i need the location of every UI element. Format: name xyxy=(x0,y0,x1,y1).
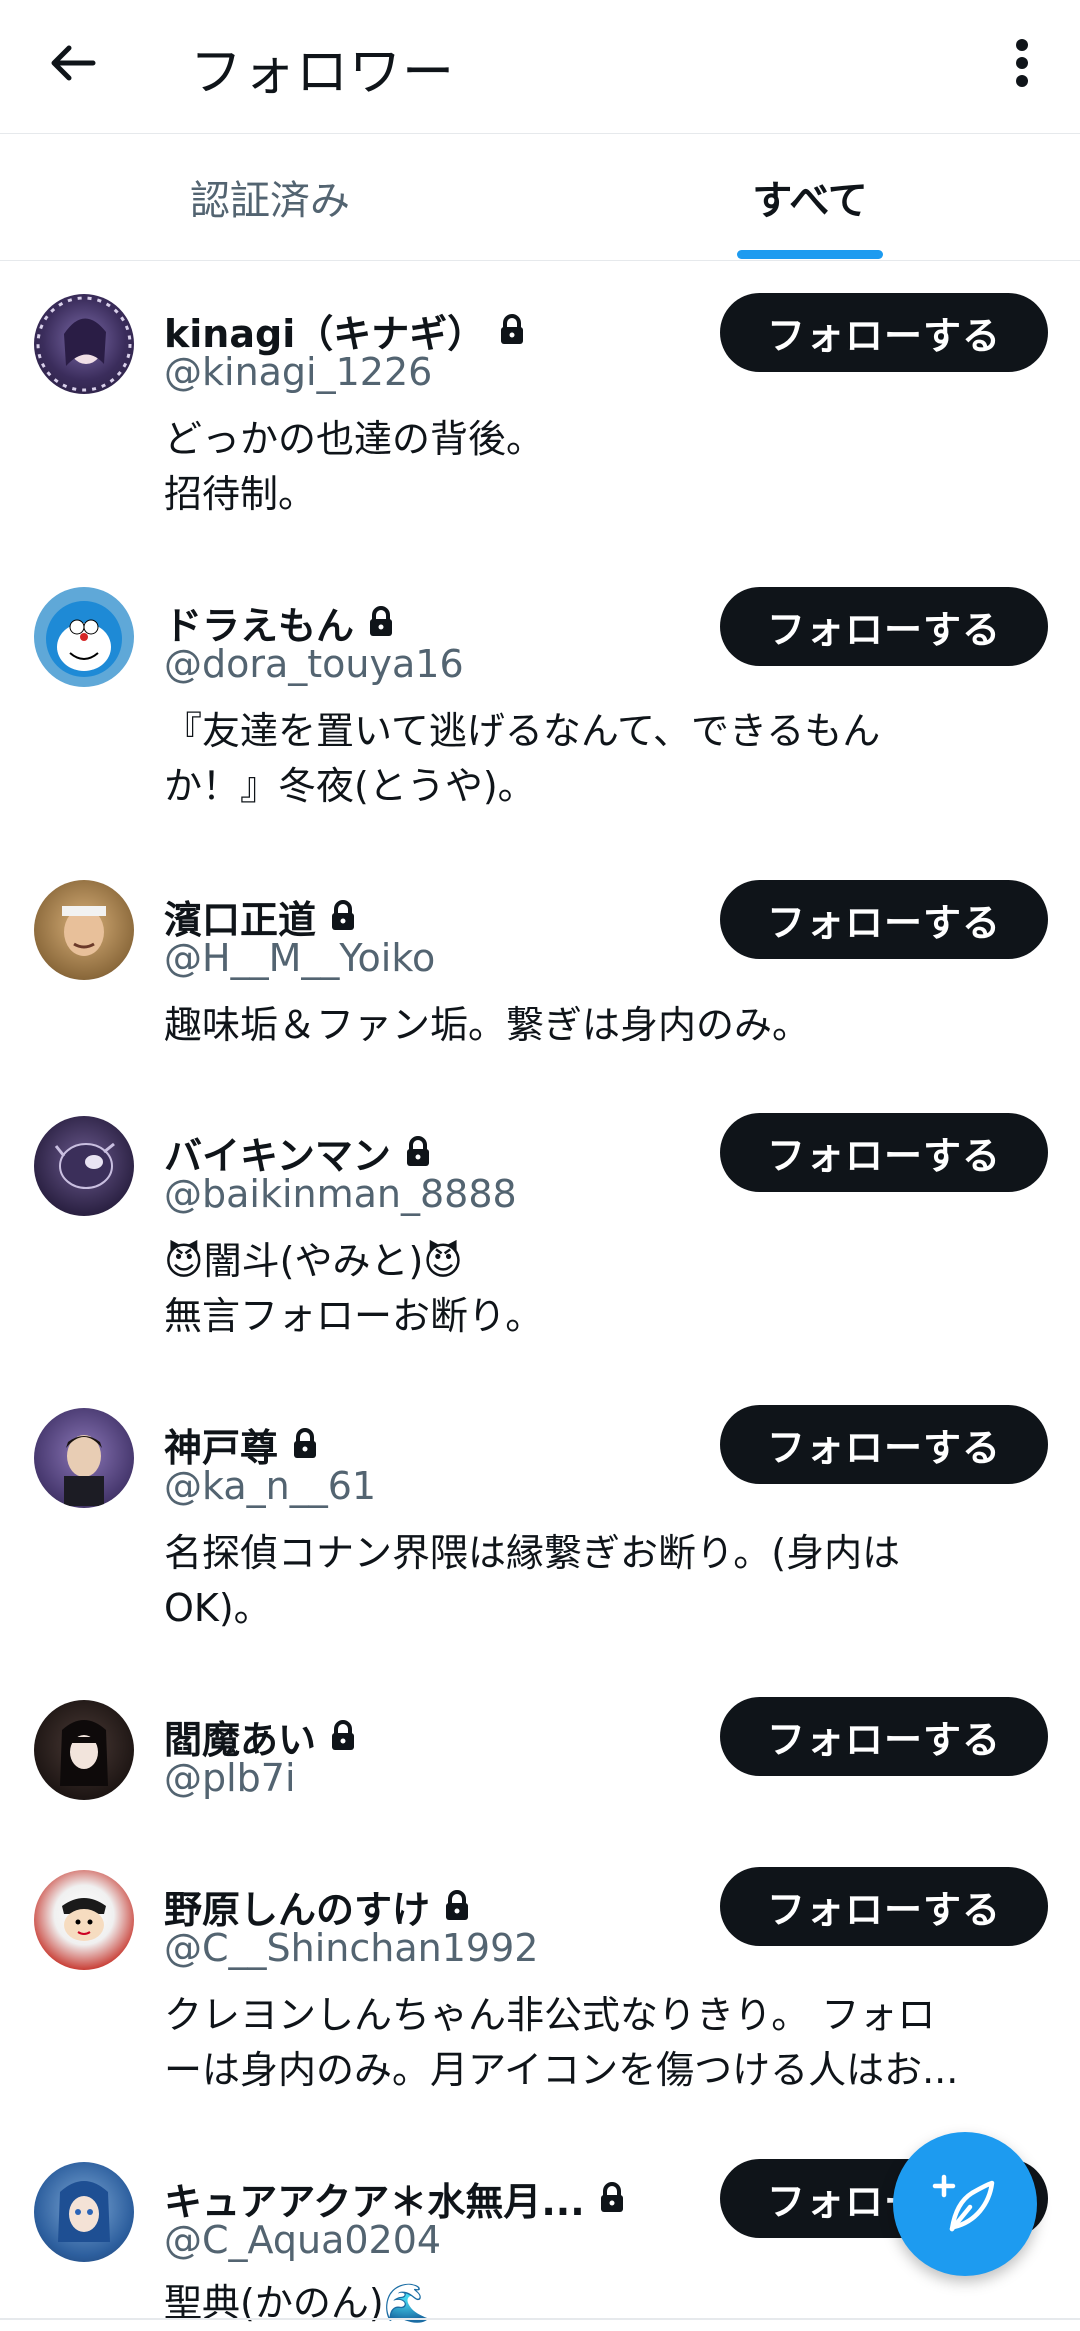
avatar[interactable] xyxy=(34,1116,134,1216)
tab-bar: 認証済み すべて xyxy=(0,134,1080,261)
follow-button[interactable]: フォローする xyxy=(720,587,1048,666)
user-handle: @ka_n__61 xyxy=(164,1464,377,1508)
user-handle: @baikinman_8888 xyxy=(164,1172,517,1216)
back-button[interactable] xyxy=(38,28,108,98)
user-bio: 『友達を置いて逃げるなんて、できるもん か！』冬夜(とうや)。 xyxy=(164,709,881,808)
user-bio: クレヨンしんちゃん非公式なりきり。 フォロ ーは身内のみ。月アイコンを傷つける人… xyxy=(164,1993,959,2092)
tab-verified[interactable]: 認証済み xyxy=(0,134,540,260)
lock-icon xyxy=(292,1428,318,1460)
avatar[interactable] xyxy=(34,1408,134,1508)
arrow-left-icon xyxy=(51,45,96,81)
top-app-bar: フォロワー xyxy=(0,0,1080,134)
follow-button[interactable]: フォローする xyxy=(720,880,1048,959)
user-handle: @C__Shinchan1992 xyxy=(164,1926,539,1970)
follow-button[interactable]: フォローする xyxy=(720,1405,1048,1484)
lock-icon xyxy=(330,1720,356,1752)
page-title: フォロワー xyxy=(190,43,456,103)
user-handle: @plb7i xyxy=(164,1756,296,1800)
tab-all[interactable]: すべて xyxy=(540,134,1080,260)
follow-button[interactable]: フォローする xyxy=(720,293,1048,372)
follow-button[interactable]: フォローする xyxy=(720,1697,1048,1776)
user-bio: 名探偵コナン界隈は縁繋ぎお断り。(身内は OK)。 xyxy=(164,1531,901,1630)
lock-icon xyxy=(405,1136,431,1168)
more-options-button[interactable] xyxy=(1000,30,1044,96)
avatar[interactable] xyxy=(34,1700,134,1800)
avatar[interactable] xyxy=(34,294,134,394)
lock-icon xyxy=(330,900,356,932)
active-tab-indicator xyxy=(737,250,883,259)
avatar[interactable] xyxy=(34,880,134,980)
more-vertical-icon xyxy=(1016,39,1028,87)
user-handle: @kinagi_1226 xyxy=(164,350,433,394)
follow-button[interactable]: フォローする xyxy=(720,1113,1048,1192)
user-handle: @H__M__Yoiko xyxy=(164,936,436,980)
avatar[interactable] xyxy=(34,2162,134,2262)
avatar[interactable] xyxy=(34,587,134,687)
user-bio: 😈闇斗(やみと)😈 無言フォローお断り。 xyxy=(164,1239,544,1338)
avatar[interactable] xyxy=(34,1870,134,1970)
lock-icon xyxy=(444,1890,470,1922)
compose-feather-icon xyxy=(932,2174,995,2232)
lock-icon xyxy=(499,314,525,346)
lock-icon xyxy=(599,2182,625,2214)
compose-post-button[interactable] xyxy=(893,2132,1037,2276)
bottom-divider xyxy=(0,2318,1080,2320)
user-handle: @C_Aqua0204 xyxy=(164,2218,442,2262)
user-bio: どっかの也達の背後。 招待制。 xyxy=(164,417,545,516)
user-bio: 趣味垢＆ファン垢。繋ぎは身内のみ。 xyxy=(164,1003,811,1047)
lock-icon xyxy=(368,606,394,638)
user-handle: @dora_touya16 xyxy=(164,642,464,686)
user-bio: 聖典(かのん)🌊 xyxy=(164,2281,431,2325)
follow-button[interactable]: フォローする xyxy=(720,1867,1048,1946)
